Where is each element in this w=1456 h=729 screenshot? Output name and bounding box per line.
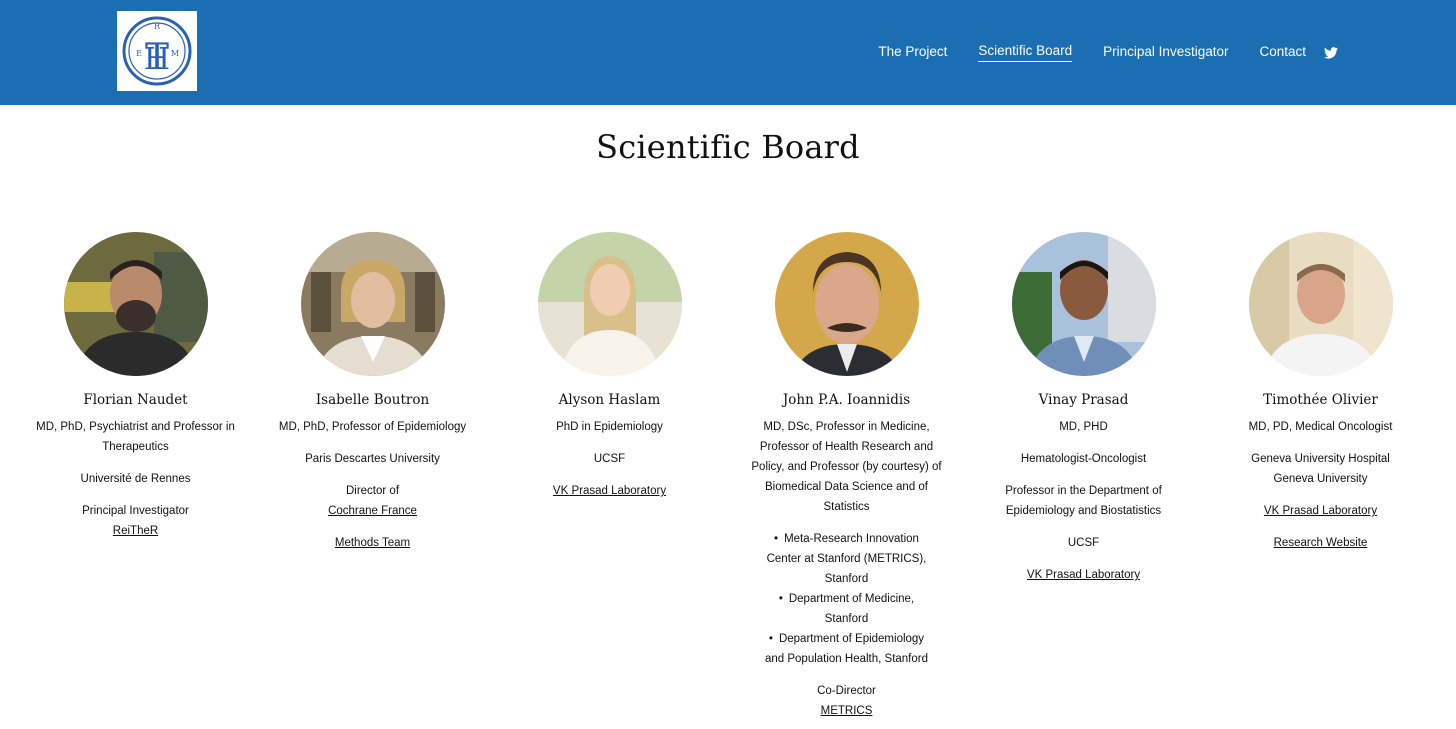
list-item: • Department of Medicine, Stanford — [778, 593, 915, 625]
member-card: John P.A. Ioannidis MD, DSc, Professor i… — [728, 232, 965, 721]
member-affiliation: UCSF — [593, 453, 626, 465]
member-card: Timothée Olivier MD, PD, Medical Oncolog… — [1202, 232, 1439, 553]
member-affiliation: Geneva University — [1273, 473, 1368, 485]
nav-scientific-board[interactable]: Scientific Board — [978, 43, 1073, 62]
member-affiliation-list: • Meta-Research Innovation Center at Stan… — [728, 529, 965, 669]
member-role-line: MD, PHD — [1059, 421, 1108, 433]
member-extra-label: Director of — [345, 485, 400, 497]
twitter-icon[interactable] — [1324, 46, 1338, 60]
nav-principal-investigator[interactable]: Principal Investigator — [1103, 44, 1228, 62]
member-affiliation: Paris Descartes University — [305, 453, 440, 465]
member-affiliation: Geneva University Hospital — [1251, 453, 1390, 465]
member-link-secondary[interactable]: Methods Team — [335, 537, 410, 549]
member-role-line: Therapeutics — [102, 441, 169, 453]
member-name: Alyson Haslam — [558, 392, 661, 408]
member-photo — [1248, 232, 1393, 376]
member-link[interactable]: METRICS — [821, 705, 873, 717]
member-role-line: Statistics — [823, 501, 870, 513]
member-affiliation: Université de Rennes — [80, 473, 191, 485]
member-link[interactable]: ReiTheR — [113, 525, 158, 537]
member-name: Timothée Olivier — [1263, 392, 1378, 408]
logo-letter-h: H — [144, 42, 170, 77]
member-role-line: PhD in Epidemiology — [556, 421, 663, 433]
main-nav: The Project Scientific Board Principal I… — [847, 43, 1338, 62]
nav-the-project[interactable]: The Project — [878, 44, 947, 62]
member-card: Isabelle Boutron MD, PhD, Professor of E… — [254, 232, 491, 553]
member-photo — [1011, 232, 1156, 376]
logo-letter-e: E — [136, 49, 142, 58]
member-name: Florian Naudet — [83, 392, 188, 408]
member-role-line: Policy, and Professor (by courtesy) of — [751, 461, 942, 473]
member-photo — [774, 232, 919, 376]
site-header: R T H E M The Project Scientific Board P… — [0, 0, 1456, 105]
member-role-line: Professor of Health Research and — [759, 441, 934, 453]
member-photo — [537, 232, 682, 376]
member-extra-label: Principal Investigator — [82, 505, 189, 517]
member-department-line: Professor in the Department of — [1005, 485, 1162, 497]
member-photo — [63, 232, 208, 376]
member-specialty: Hematologist-Oncologist — [1020, 453, 1147, 465]
member-role-line: MD, PD, Medical Oncologist — [1248, 421, 1393, 433]
site-logo[interactable]: R T H E M — [117, 11, 197, 91]
member-name: John P.A. Ioannidis — [782, 392, 911, 408]
member-link[interactable]: VK Prasad Laboratory — [553, 485, 666, 497]
logo-emblem-icon: R T H E M — [122, 16, 192, 86]
logo-letter-r: R — [154, 22, 161, 31]
member-link[interactable]: VK Prasad Laboratory — [1264, 505, 1377, 517]
member-photo — [300, 232, 445, 376]
page-title: Scientific Board — [596, 128, 860, 166]
member-role-line: MD, PhD, Professor of Epidemiology — [278, 421, 467, 433]
member-card: Vinay Prasad MD, PHD Hematologist-Oncolo… — [965, 232, 1202, 585]
member-role-line: Biomedical Data Science and of — [764, 481, 928, 493]
member-card: Florian Naudet MD, PhD, Psychiatrist and… — [17, 232, 254, 541]
member-name: Isabelle Boutron — [315, 392, 430, 408]
member-role-line: MD, PhD, Psychiatrist and Professor in — [36, 421, 235, 433]
member-role-line: MD, DSc, Professor in Medicine, — [763, 421, 930, 433]
member-affiliation: UCSF — [1067, 537, 1100, 549]
list-item: • Department of Epidemiology and Populati… — [764, 633, 929, 665]
member-link[interactable]: Cochrane France — [328, 505, 417, 517]
member-link[interactable]: VK Prasad Laboratory — [1027, 569, 1140, 581]
member-name: Vinay Prasad — [1038, 392, 1129, 408]
list-item: • Meta-Research Innovation Center at Stan… — [766, 533, 927, 585]
member-extra-label: Co-Director — [817, 685, 876, 697]
member-department-line: Epidemiology and Biostatistics — [1005, 505, 1162, 517]
nav-contact[interactable]: Contact — [1259, 44, 1306, 62]
member-link-secondary[interactable]: Research Website — [1274, 537, 1368, 549]
member-card: Alyson Haslam PhD in Epidemiology UCSF V… — [491, 232, 728, 501]
logo-letter-m: M — [171, 49, 179, 58]
